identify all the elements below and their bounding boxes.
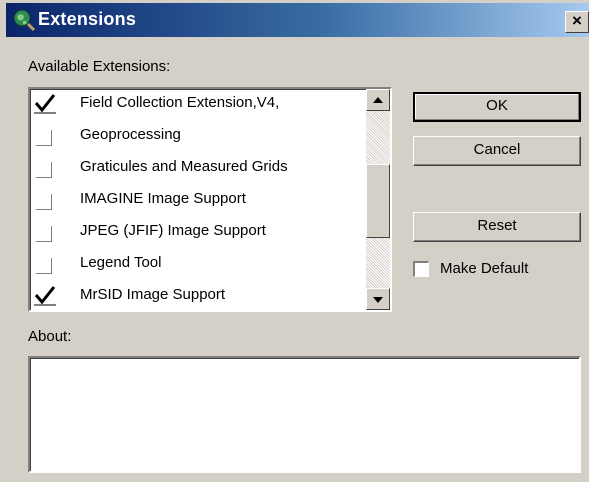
extension-label: Legend Tool bbox=[80, 254, 162, 271]
checkmark-icon bbox=[34, 286, 56, 306]
arrow-down-icon bbox=[373, 297, 383, 303]
unchecked-box-icon bbox=[36, 162, 52, 178]
close-button[interactable]: × bbox=[565, 11, 589, 33]
extension-item[interactable]: JPEG (JFIF) Image Support bbox=[30, 218, 364, 250]
extension-label: Graticules and Measured Grids bbox=[80, 158, 288, 175]
extension-label: IMAGINE Image Support bbox=[80, 190, 246, 207]
scroll-thumb[interactable] bbox=[366, 164, 390, 238]
unchecked-box-icon bbox=[36, 226, 52, 242]
extension-item[interactable]: Field Collection Extension,V4, bbox=[30, 90, 364, 122]
extension-item[interactable]: IMAGINE Image Support bbox=[30, 186, 364, 218]
make-default-checkbox[interactable] bbox=[413, 261, 429, 277]
extension-item[interactable]: Legend Tool bbox=[30, 250, 364, 282]
close-icon: × bbox=[572, 11, 582, 30]
globe-magnifier-icon bbox=[13, 9, 36, 32]
arrow-up-icon bbox=[373, 97, 383, 103]
cancel-button[interactable]: Cancel bbox=[413, 136, 581, 166]
unchecked-box-icon bbox=[36, 194, 52, 210]
checkmark-icon bbox=[34, 94, 56, 114]
extensions-dialog: Extensions × Available Extensions: Field… bbox=[0, 0, 589, 482]
extension-label: Geoprocessing bbox=[80, 126, 181, 143]
ok-button[interactable]: OK bbox=[413, 92, 581, 122]
scroll-down-button[interactable] bbox=[366, 288, 390, 310]
scroll-up-button[interactable] bbox=[366, 89, 390, 111]
window-title: Extensions bbox=[38, 9, 137, 29]
make-default-label[interactable]: Make Default bbox=[440, 260, 528, 277]
extensions-listbox[interactable]: Field Collection Extension,V4, Geoproces… bbox=[28, 87, 392, 312]
reset-button[interactable]: Reset bbox=[413, 212, 581, 242]
extension-label: JPEG (JFIF) Image Support bbox=[80, 222, 266, 239]
about-label: About: bbox=[28, 328, 72, 345]
vertical-scrollbar[interactable] bbox=[366, 89, 390, 310]
extension-item[interactable]: MrSID Image Support bbox=[30, 282, 364, 310]
unchecked-box-icon bbox=[36, 258, 52, 274]
title-bar[interactable]: Extensions × bbox=[6, 3, 589, 37]
extension-label: MrSID Image Support bbox=[80, 286, 226, 303]
unchecked-box-icon bbox=[36, 130, 52, 146]
extension-label: Field Collection Extension,V4, bbox=[80, 94, 280, 111]
extension-item[interactable]: Geoprocessing bbox=[30, 122, 364, 154]
available-extensions-label: Available Extensions: bbox=[28, 58, 171, 75]
about-text-box[interactable] bbox=[28, 356, 581, 473]
extension-item[interactable]: Graticules and Measured Grids bbox=[30, 154, 364, 186]
